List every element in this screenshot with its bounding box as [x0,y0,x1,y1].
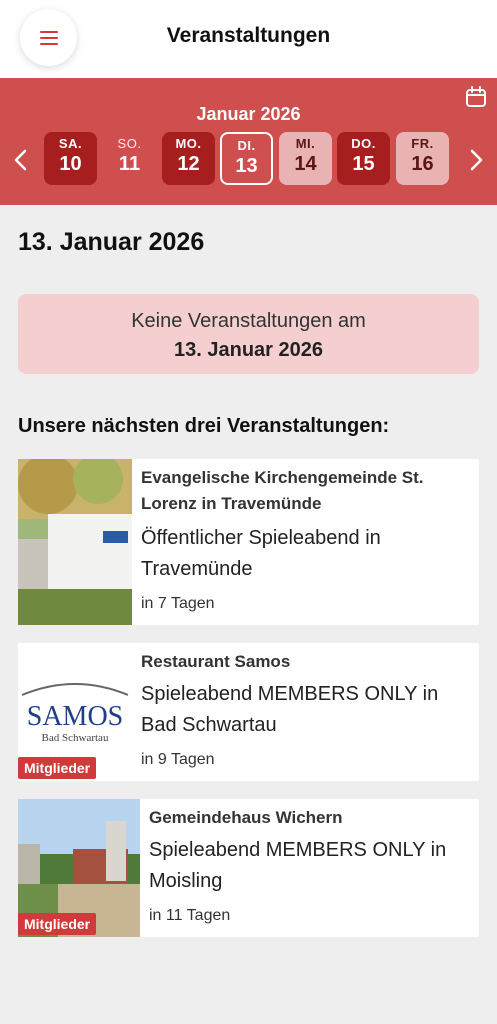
samos-logo-subtext: Bad Schwartau [42,732,109,744]
event-host: Gemeindehaus Wichern [149,808,343,827]
chevron-left-icon[interactable] [12,148,30,172]
day-name: MO. [175,136,202,151]
event-card[interactable]: Evangelische Kirchengemeinde St. Lorenz … [18,459,479,625]
event-photo [18,459,132,625]
event-card[interactable]: Mitglieder Gemeindehaus Wichern Spieleab… [18,799,479,937]
day-name: DI. [237,138,256,153]
day-13[interactable]: DI. 13 [220,132,273,185]
page-title: Veranstaltungen [166,24,331,47]
event-title: Spieleabend MEMBERS ONLY in Moisling [149,839,447,892]
event-card[interactable]: SAMOS Bad Schwartau Mitglieder Restaurant… [18,643,479,781]
no-events-notice: Keine Veranstaltungen am 13. Januar 2026 [18,294,479,374]
event-when: in 11 Tagen [149,907,231,924]
day-16[interactable]: FR. 16 [396,132,449,185]
day-number: 12 [177,153,200,175]
chevron-right-icon[interactable] [467,148,485,172]
samos-logo-text: SAMOS [27,701,123,732]
day-11[interactable]: SO. 11 [103,132,156,185]
day-name: FR. [411,136,434,151]
day-number: 15 [352,153,375,175]
day-15[interactable]: DO. 15 [337,132,390,185]
day-14[interactable]: MI. 14 [279,132,332,185]
day-10[interactable]: SA. 10 [44,132,97,185]
day-12[interactable]: MO. 12 [162,132,215,185]
next-events-heading: Unsere nächsten drei Veranstaltungen: [18,415,390,437]
event-title: Öffentlicher Spieleabend in Travemünde [141,527,381,580]
event-host: Restaurant Samos [141,652,291,671]
day-name: SA. [58,136,83,151]
calendar-icon[interactable] [465,86,487,108]
no-events-text: Keine Veranstaltungen am [131,310,366,332]
month-label: Januar 2026 [196,104,301,124]
calendar-strip: Januar 2026 SA. 10 SO. 11 MO. 12 DI. 13 … [0,78,497,205]
event-host: Evangelische Kirchengemeinde St. Lorenz … [141,468,424,513]
members-badge: Mitglieder [18,913,97,935]
day-number: 11 [118,153,141,175]
day-name: DO. [351,136,376,151]
event-when: in 9 Tagen [141,751,215,768]
top-bar: Veranstaltungen [0,0,497,78]
event-title: Spieleabend MEMBERS ONLY in Bad Schwarta… [141,683,439,736]
no-events-date: 13. Januar 2026 [174,339,323,361]
day-number: 16 [411,153,434,175]
day-number: 10 [59,153,82,175]
day-number: 13 [235,155,258,177]
date-heading: 13. Januar 2026 [18,228,205,256]
day-name: MI. [295,136,316,151]
event-when: in 7 Tagen [141,595,215,612]
day-number: 14 [294,153,317,175]
members-badge: Mitglieder [18,757,97,779]
day-name: SO. [117,136,142,151]
